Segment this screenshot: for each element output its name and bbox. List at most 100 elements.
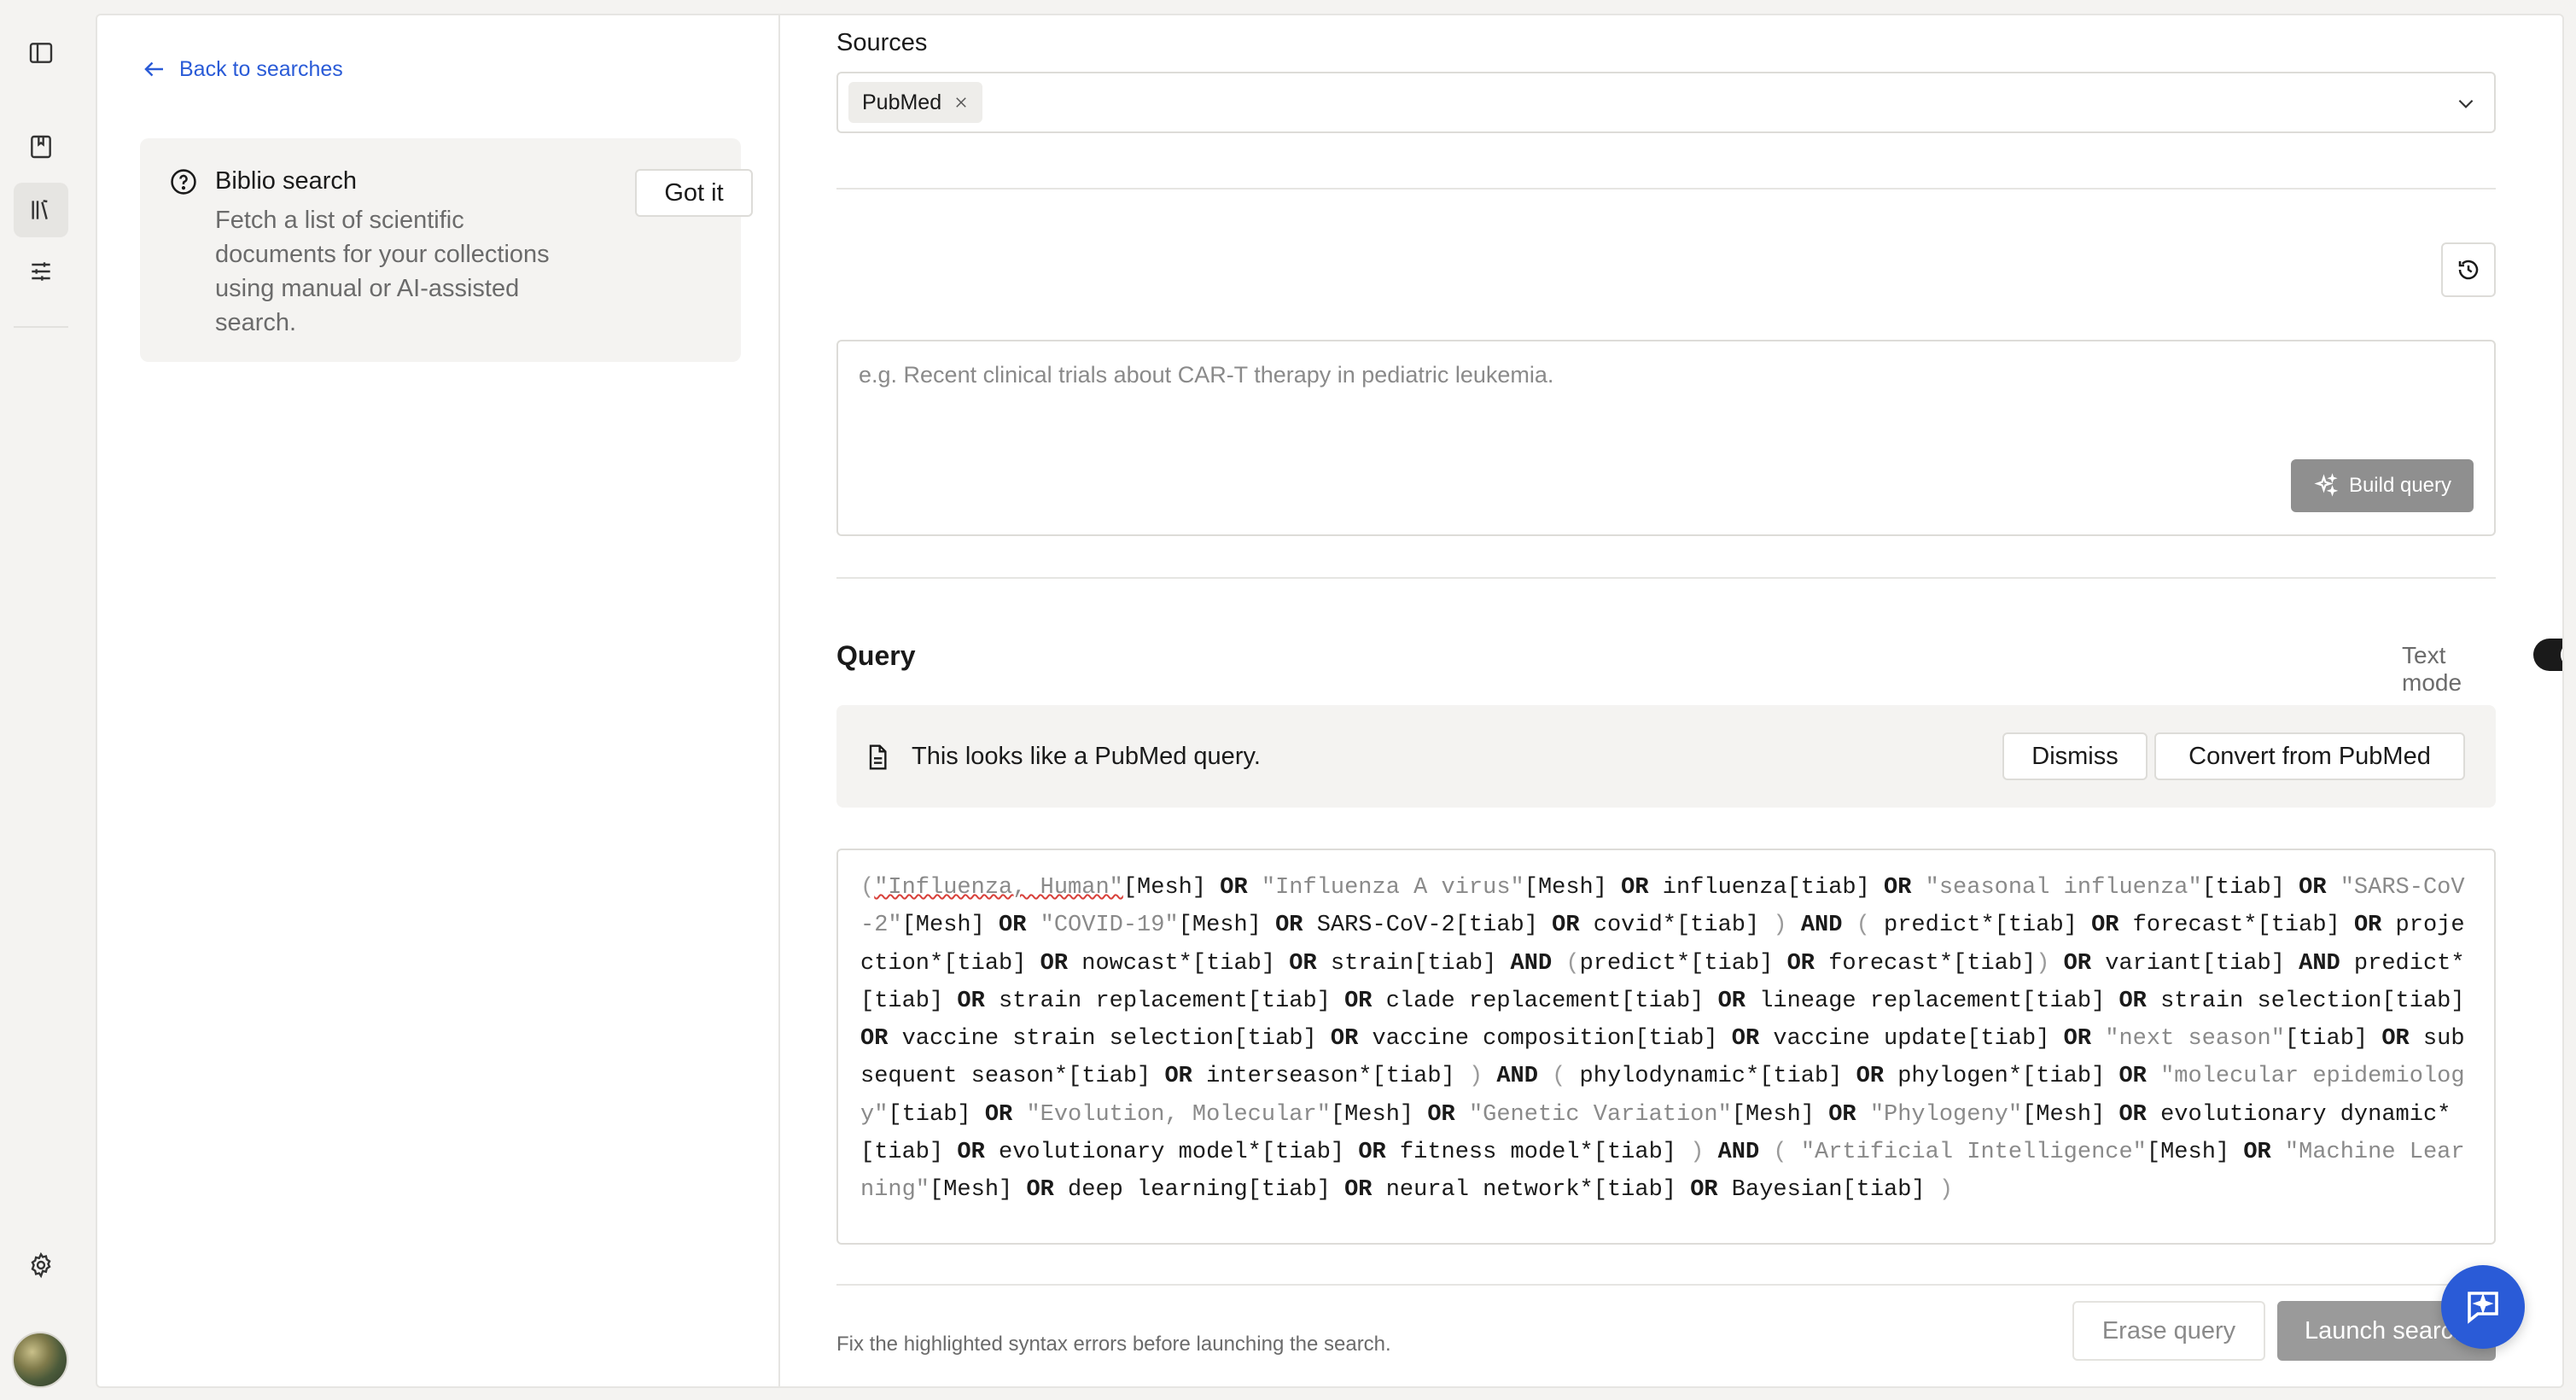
source-chip-pubmed: PubMed: [848, 82, 983, 123]
chat-assistant-button[interactable]: [2441, 1265, 2525, 1349]
bookmark-icon[interactable]: [14, 120, 68, 174]
back-to-searches-link[interactable]: Back to searches: [142, 56, 343, 82]
query-text: SARS-CoV-2[tiab]: [1303, 913, 1553, 939]
divider: [836, 577, 2496, 579]
query-paren: (: [1856, 913, 1870, 939]
query-text: [Mesh]: [930, 1177, 1027, 1204]
query-text: [1842, 913, 1856, 938]
filters-icon[interactable]: [14, 244, 68, 299]
query-quoted-term: "Artificial Intelligence": [1800, 1140, 2147, 1166]
query-operator: OR: [2091, 913, 2119, 939]
query-text: [1455, 1102, 1469, 1128]
query-text: [1911, 875, 1925, 901]
history-button[interactable]: [2441, 242, 2496, 297]
query-text: variant[tiab]: [2091, 950, 2299, 977]
toggle-knob: [2561, 642, 2562, 668]
query-text: phylodynamic*[tiab]: [1565, 1064, 1856, 1090]
query-text: [1552, 951, 1565, 977]
query-text: [1856, 1102, 1870, 1128]
prompt-input[interactable]: [859, 362, 2463, 464]
query-operator: OR: [1040, 950, 1069, 977]
query-text: [1026, 913, 1040, 938]
query-paren: (: [1773, 1140, 1787, 1166]
query-operator: OR: [860, 1026, 889, 1053]
query-operator: OR: [2063, 950, 2092, 977]
query-paren: (: [1552, 1064, 1566, 1090]
query-operator: OR: [2118, 988, 2147, 1014]
remove-chip-icon[interactable]: [953, 95, 969, 110]
query-text: [1787, 1140, 1801, 1165]
query-text: [2147, 1064, 2160, 1089]
query-quoted-term: "next season": [2105, 1026, 2285, 1053]
query-text: [1248, 875, 1262, 901]
main-card: Back to searches Biblio search Fetch a l…: [96, 14, 2564, 1388]
query-text: [Mesh]: [1122, 875, 1221, 901]
query-text: deep learning[tiab]: [1053, 1177, 1345, 1204]
query-text: nowcast*[tiab]: [1068, 950, 1290, 977]
query-operator: OR: [1856, 1064, 1885, 1090]
query-text: vaccine composition[tiab]: [1358, 1026, 1732, 1053]
query-quoted-term: "Influenza A virus": [1261, 875, 1524, 901]
query-operator: OR: [1275, 913, 1303, 939]
query-text: [1012, 1102, 1026, 1128]
query-text: [2271, 1140, 2285, 1165]
query-quoted-term: "Phylogeny": [1869, 1101, 2023, 1128]
user-avatar[interactable]: [12, 1332, 68, 1388]
text-mode-toggle[interactable]: [2533, 639, 2562, 671]
info-description: Fetch a list of scientific documents for…: [215, 207, 550, 336]
query-text: [1538, 1064, 1552, 1089]
query-title: Query: [836, 640, 916, 671]
back-link-label: Back to searches: [179, 56, 343, 81]
got-it-button[interactable]: Got it: [635, 169, 753, 217]
query-operator: OR: [1344, 988, 1373, 1014]
query-text: Bayesian[tiab]: [1717, 1177, 1939, 1204]
query-text: clade replacement[tiab]: [1372, 988, 1718, 1014]
query-operator: OR: [2353, 913, 2382, 939]
source-chip-label: PubMed: [862, 90, 942, 114]
query-text: vaccine strain selection[tiab]: [888, 1026, 1331, 1053]
rail-divider: [14, 326, 68, 328]
query-text: fitness model*[tiab]: [1385, 1140, 1691, 1166]
sparkles-icon: [2314, 473, 2339, 497]
convert-from-pubmed-button[interactable]: Convert from PubMed: [2154, 732, 2465, 780]
query-text: [2091, 1026, 2105, 1052]
query-paren: ): [1690, 1140, 1705, 1166]
library-icon[interactable]: [14, 183, 68, 237]
build-query-label: Build query: [2348, 474, 2452, 497]
query-text: strain selection[tiab]: [2146, 988, 2465, 1014]
query-text: [Mesh]: [1524, 875, 1622, 901]
query-operator: OR: [1026, 1177, 1054, 1204]
query-text: covid*[tiab]: [1579, 913, 1774, 939]
divider: [836, 1284, 2496, 1286]
query-operator: OR: [957, 988, 985, 1014]
document-icon: [869, 744, 887, 770]
query-editor[interactable]: ("Influenza, Human"[Mesh] OR "Influenza …: [836, 849, 2496, 1245]
sources-select[interactable]: PubMed: [836, 72, 2496, 133]
query-operator: OR: [1731, 1026, 1760, 1053]
query-text: influenza[tiab]: [1648, 875, 1885, 901]
build-query-button[interactable]: Build query: [2291, 459, 2474, 512]
query-operator: OR: [1690, 1177, 1718, 1204]
erase-query-button[interactable]: Erase query: [2072, 1301, 2265, 1361]
query-text: forecast*[tiab]: [2118, 913, 2354, 939]
query-operator: AND: [1496, 1064, 1538, 1090]
query-text: [tiab]: [2201, 875, 2299, 901]
query-operator: OR: [1164, 1064, 1192, 1090]
banner-message: This looks like a PubMed query.: [912, 743, 1261, 770]
query-text: [Mesh]: [901, 913, 1000, 939]
query-text: [Mesh]: [2022, 1101, 2119, 1128]
query-operator: OR: [1884, 875, 1912, 901]
arrow-left-icon: [144, 61, 163, 77]
query-text: predict*[tiab]: [1869, 913, 2092, 939]
query-operator: OR: [1330, 1026, 1359, 1053]
settings-gear-icon[interactable]: [14, 1238, 68, 1292]
sidebar-toggle-icon[interactable]: [14, 26, 68, 80]
query-operator: OR: [2063, 1026, 2092, 1053]
query-error-term: "Influenza, Human": [874, 875, 1123, 901]
query-text: lineage replacement[tiab]: [1746, 988, 2119, 1014]
chevron-down-icon[interactable]: [2455, 92, 2477, 114]
query-paren: (: [1565, 950, 1580, 977]
query-operator: OR: [2299, 875, 2327, 901]
dismiss-button[interactable]: Dismiss: [2002, 732, 2148, 780]
left-panel: Back to searches Biblio search Fetch a l…: [97, 15, 780, 1386]
